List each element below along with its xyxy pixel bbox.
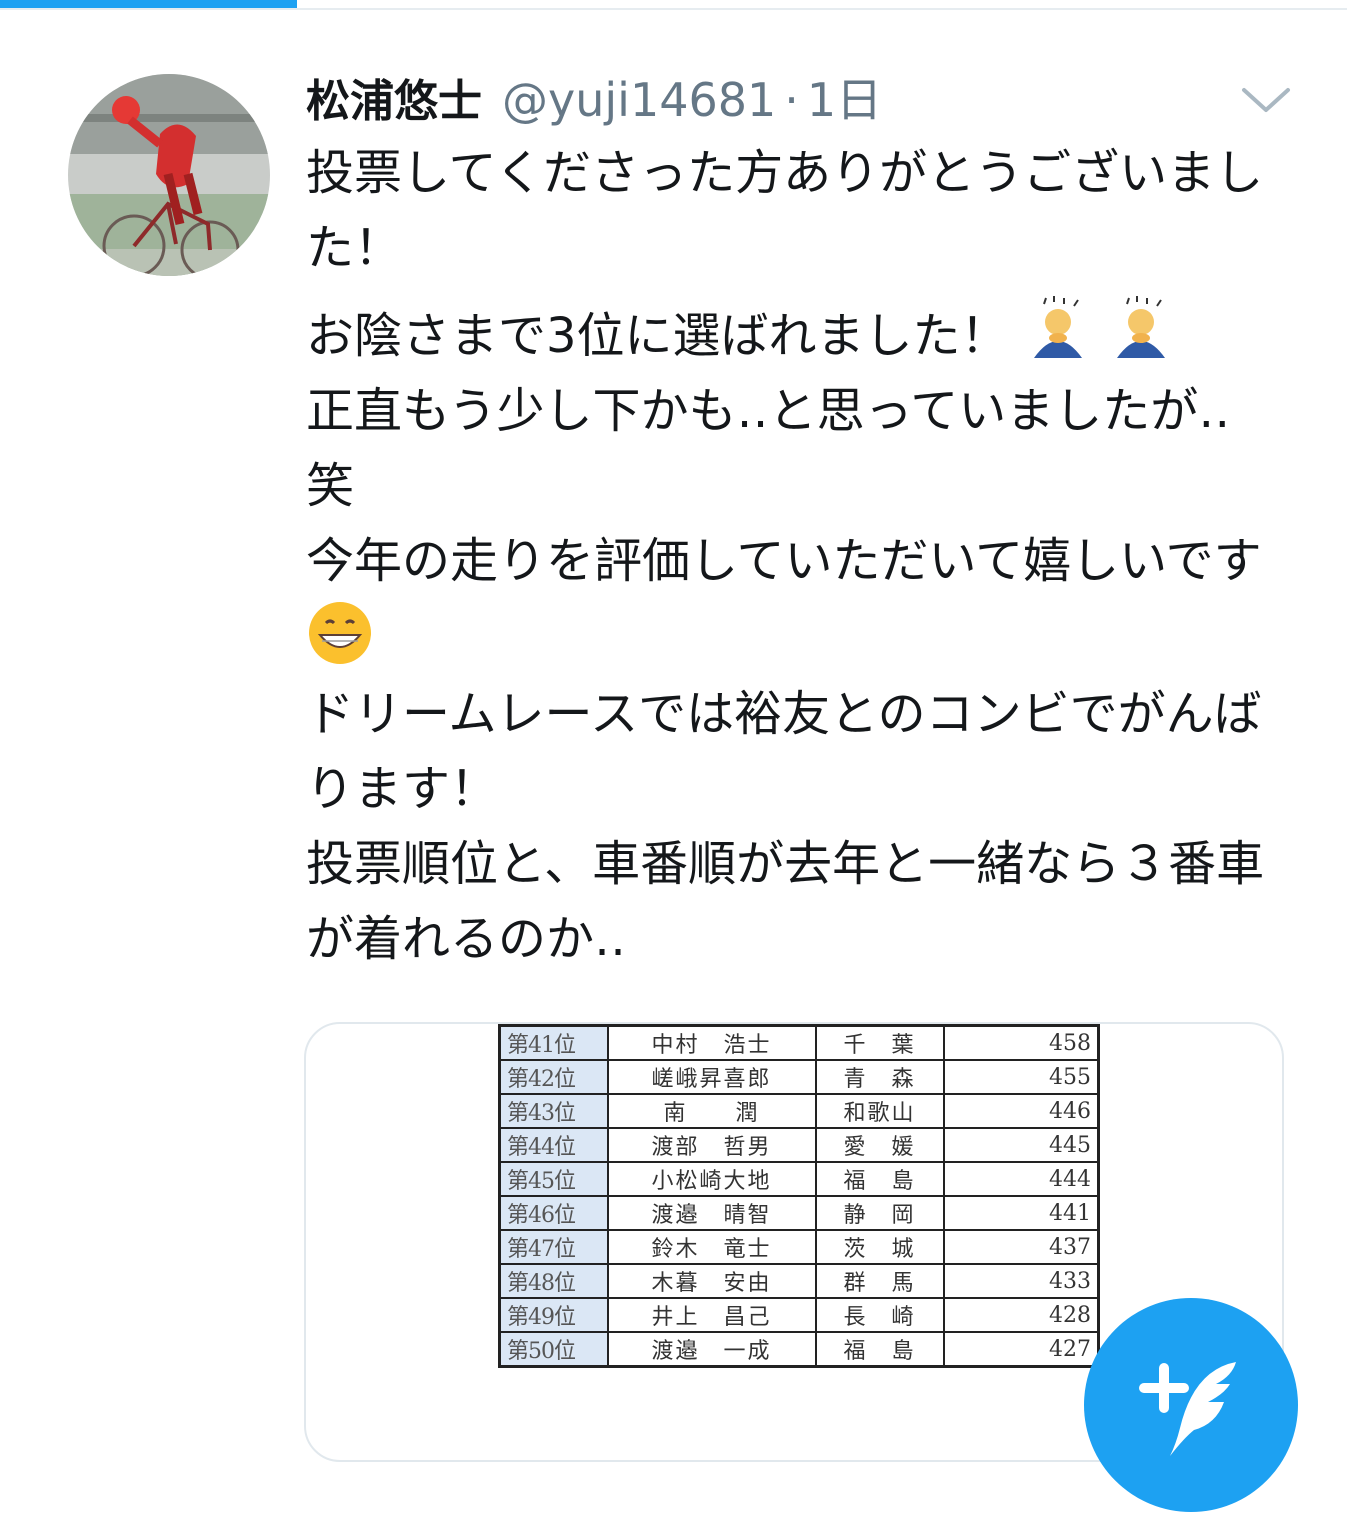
table-cell-name: 中村 浩士 <box>606 1024 817 1061</box>
table-cell-rank: 第44位 <box>498 1127 609 1163</box>
bowing-person-icon <box>1107 296 1175 364</box>
table-cell-votes: 445 <box>942 1127 1100 1163</box>
tweet-text-line: ドリームレースでは裕友とのコンビでがんばります！ <box>306 686 1262 817</box>
chevron-down-icon[interactable] <box>1238 84 1294 116</box>
table-cell-pref: 和歌山 <box>814 1093 945 1129</box>
table-row: 第48位 木暮 安由群 馬 433 <box>498 1263 1100 1299</box>
table-cell-votes: 427 <box>942 1331 1100 1368</box>
table-cell-pref: 群 馬 <box>814 1263 945 1299</box>
table-cell-votes: 437 <box>942 1229 1100 1265</box>
table-row: 第46位 渡邉 晴智静 岡 441 <box>498 1195 1100 1231</box>
user-handle[interactable]: @yuji14681 <box>502 73 776 127</box>
table-row: 第50位 渡邉 一成福 島 427 <box>498 1331 1100 1368</box>
tweet-text-line: 正直もう少し下かも‥と思っていましたが‥笑 <box>306 383 1231 514</box>
table-cell-pref: 愛 媛 <box>814 1127 945 1163</box>
tweet-text: 投票してくださった方ありがとうございました！ お陰さまで3位に選ばれました！ 正… <box>306 136 1266 977</box>
table-cell-rank: 第49位 <box>498 1297 609 1333</box>
table-cell-pref: 福 島 <box>814 1331 945 1368</box>
table-row: 第41位 中村 浩士千 葉 458 <box>498 1024 1100 1061</box>
tweet-text-line: 投票順位と、車番順が去年と一緒なら３番車が着れるのか‥ <box>306 836 1265 967</box>
table-cell-rank: 第42位 <box>498 1059 609 1095</box>
table-row: 第42位 嵯峨昇喜郎青 森 455 <box>498 1059 1100 1095</box>
table-cell-pref: 茨 城 <box>814 1229 945 1265</box>
table-cell-name: 井上 昌己 <box>606 1297 817 1333</box>
tweet-text-line: 今年の走りを評価していただいて嬉しいです <box>306 524 1266 677</box>
table-cell-rank: 第41位 <box>498 1024 609 1061</box>
table-cell-name: 小松崎大地 <box>606 1161 817 1197</box>
bowing-person-icon <box>1024 296 1092 364</box>
table-row: 第43位南 潤和歌山 446 <box>498 1093 1100 1129</box>
tweet[interactable]: 松浦悠士 @yuji14681 · 1日 投票してくださった方ありがとうございま… <box>0 12 1347 1462</box>
table-cell-pref: 静 岡 <box>814 1195 945 1231</box>
table-row: 第49位 井上 昌己長 崎 428 <box>498 1297 1100 1333</box>
table-cell-name: 嵯峨昇喜郎 <box>606 1059 817 1095</box>
table-cell-name: 渡部 哲男 <box>606 1127 817 1163</box>
grinning-face-icon <box>306 599 374 667</box>
table-cell-name: 南 潤 <box>606 1093 817 1129</box>
tweet-text-line: 投票してくださった方ありがとうございました！ <box>306 145 1264 276</box>
avatar-photo <box>68 74 270 276</box>
tweet-text-segment: お陰さまで3位に選ばれました！ <box>306 308 1009 364</box>
active-tab-indicator <box>0 0 297 8</box>
table-cell-pref: 青 森 <box>814 1059 945 1095</box>
tweet-text-segment: 今年の走りを評価していただいて嬉しいです <box>306 533 1262 589</box>
timestamp[interactable]: 1日 <box>807 64 882 130</box>
tweet-header: 松浦悠士 @yuji14681 · 1日 <box>306 64 882 134</box>
table-cell-name: 木暮 安由 <box>606 1263 817 1299</box>
table-row: 第44位 渡部 哲男愛 媛 445 <box>498 1127 1100 1163</box>
table-cell-name: 鈴木 竜士 <box>606 1229 817 1265</box>
table-cell-votes: 455 <box>942 1059 1100 1095</box>
table-cell-votes: 433 <box>942 1263 1100 1299</box>
table-row: 第45位 小松崎大地福 島 444 <box>498 1161 1100 1197</box>
table-cell-rank: 第46位 <box>498 1195 609 1231</box>
table-cell-rank: 第43位 <box>498 1093 609 1129</box>
table-cell-pref: 長 崎 <box>814 1297 945 1333</box>
table-cell-votes: 444 <box>942 1161 1100 1197</box>
separator-dot: · <box>784 73 799 127</box>
ranking-table: 第41位 中村 浩士千 葉 458 第42位 嵯峨昇喜郎青 森 455 第43位南 潤和歌山… <box>498 1024 1100 1368</box>
table-cell-votes: 458 <box>942 1024 1100 1061</box>
table-cell-votes: 441 <box>942 1195 1100 1231</box>
table-cell-rank: 第48位 <box>498 1263 609 1299</box>
table-cell-votes: 428 <box>942 1297 1100 1333</box>
display-name[interactable]: 松浦悠士 <box>306 65 482 129</box>
compose-tweet-button[interactable] <box>1084 1298 1298 1512</box>
table-cell-pref: 福 島 <box>814 1161 945 1197</box>
table-row: 第47位 鈴木 竜士茨 城 437 <box>498 1229 1100 1265</box>
avatar[interactable] <box>68 74 270 276</box>
compose-tweet-icon <box>1139 1362 1236 1456</box>
table-cell-name: 渡邉 一成 <box>606 1331 817 1368</box>
table-cell-name: 渡邉 晴智 <box>606 1195 817 1231</box>
table-cell-rank: 第47位 <box>498 1229 609 1265</box>
table-cell-rank: 第45位 <box>498 1161 609 1197</box>
table-cell-pref: 千 葉 <box>814 1024 945 1061</box>
table-cell-votes: 446 <box>942 1093 1100 1129</box>
table-cell-rank: 第50位 <box>498 1331 609 1368</box>
tweet-text-line: お陰さまで3位に選ばれました！ <box>306 296 1266 374</box>
